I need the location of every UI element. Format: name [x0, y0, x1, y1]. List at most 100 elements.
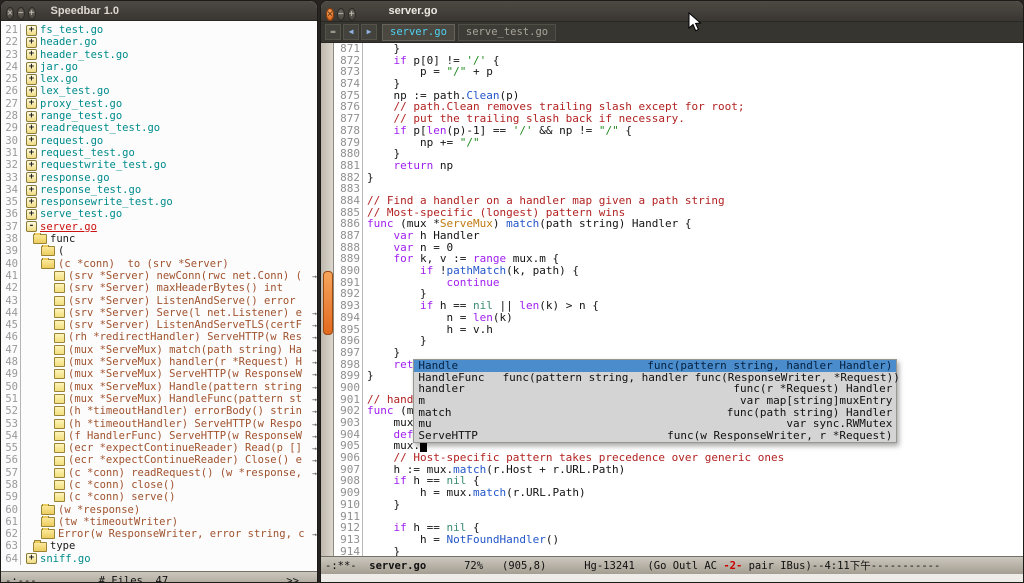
tag-icon[interactable]	[54, 456, 65, 466]
tag-label[interactable]: (srv *Server) newConn(rwc net.Conn) (	[68, 270, 302, 282]
expand-icon[interactable]: +	[26, 172, 37, 183]
speedbar-row[interactable]: 26+lex_test.go	[1, 85, 317, 97]
file-name[interactable]: request.go	[40, 135, 103, 147]
file-name[interactable]: range_test.go	[40, 110, 122, 122]
speedbar-row[interactable]: 57(c *conn) readRequest() (w *response,→	[1, 467, 317, 479]
speedbar-row[interactable]: 51(mux *ServeMux) HandleFunc(pattern st→	[1, 393, 317, 405]
folder-icon[interactable]	[41, 259, 55, 269]
file-name[interactable]: jar.go	[40, 61, 78, 73]
speedbar-row[interactable]: 39(	[1, 245, 317, 257]
tag-label[interactable]: (srv *Server) ListenAndServeTLS(certF	[68, 319, 302, 331]
speedbar-row[interactable]: 25+lex.go	[1, 73, 317, 85]
tag-label[interactable]: (c *conn) to (srv *Server)	[58, 258, 229, 270]
expand-icon[interactable]: +	[26, 86, 37, 97]
tag-icon[interactable]	[54, 357, 65, 367]
vertical-scrollbar[interactable]	[321, 43, 334, 556]
speedbar-row[interactable]: 58(c *conn) close()	[1, 479, 317, 491]
file-name[interactable]: requestwrite_test.go	[40, 159, 166, 171]
folder-icon[interactable]	[41, 517, 55, 527]
speedbar-row[interactable]: 41(srv *Server) newConn(rwc net.Conn) (→	[1, 270, 317, 282]
speedbar-row[interactable]: 55(ecr *expectContinueReader) Read(p []→	[1, 442, 317, 454]
speedbar-row[interactable]: 50(mux *ServeMux) Handle(pattern string→	[1, 381, 317, 393]
speedbar-row[interactable]: 48(mux *ServeMux) handler(r *Request) H→	[1, 356, 317, 368]
tag-icon[interactable]	[54, 406, 65, 416]
tag-icon[interactable]	[54, 308, 65, 318]
folder-icon[interactable]	[41, 505, 55, 515]
tag-icon[interactable]	[54, 296, 65, 306]
speedbar-row[interactable]: 21+fs_test.go	[1, 24, 317, 36]
tag-label[interactable]: (rh *redirectHandler) ServeHTTP(w Res	[68, 331, 302, 343]
tag-group-label[interactable]: type	[50, 540, 75, 552]
expand-icon[interactable]: +	[26, 209, 37, 220]
folder-icon[interactable]	[33, 234, 47, 244]
tag-label[interactable]: (c *conn) close()	[68, 479, 175, 491]
code-line[interactable]: 882}	[334, 172, 1023, 184]
expand-icon[interactable]: +	[26, 25, 37, 36]
speedbar-row[interactable]: 38func	[1, 233, 317, 245]
speedbar-row[interactable]: 42(srv *Server) maxHeaderBytes() int	[1, 282, 317, 294]
code-line[interactable]: 881 return np	[334, 160, 1023, 172]
speedbar-row[interactable]: 24+jar.go	[1, 61, 317, 73]
scrollbar-thumb[interactable]	[323, 271, 333, 335]
speedbar-row[interactable]: 47(mux *ServeMux) match(path string) Ha→	[1, 344, 317, 356]
file-name[interactable]: response.go	[40, 172, 110, 184]
completion-item[interactable]: ServeHTTPfunc(w ResponseWriter, r *Reque…	[414, 430, 896, 442]
speedbar-row[interactable]: 56(ecr *expectContinueReader) Close() e→	[1, 454, 317, 466]
speedbar-row[interactable]: 60(w *response)	[1, 504, 317, 516]
speedbar-row[interactable]: 35+responsewrite_test.go	[1, 196, 317, 208]
expand-icon[interactable]: +	[26, 135, 37, 146]
tag-label[interactable]: (mux *ServeMux) match(path string) Ha	[68, 344, 302, 356]
expand-icon[interactable]: +	[26, 123, 37, 134]
tag-icon[interactable]	[54, 480, 65, 490]
tag-label[interactable]: (mux *ServeMux) ServeHTTP(w ResponseW	[68, 368, 302, 380]
tag-icon[interactable]	[54, 271, 65, 281]
speedbar-minimize-button[interactable]: −	[17, 7, 25, 20]
tag-icon[interactable]	[54, 492, 65, 502]
expand-icon[interactable]: +	[26, 37, 37, 48]
speedbar-row[interactable]: 61(tw *timeoutWriter)	[1, 516, 317, 528]
expand-icon[interactable]: +	[26, 49, 37, 60]
expand-icon[interactable]: +	[26, 197, 37, 208]
speedbar-row[interactable]: 52(h *timeoutHandler) errorBody() strin→	[1, 405, 317, 417]
tag-icon[interactable]	[54, 345, 65, 355]
file-name[interactable]: proxy_test.go	[40, 98, 122, 110]
tag-icon[interactable]	[54, 333, 65, 343]
editor-close-button[interactable]: ×	[326, 8, 334, 21]
file-name[interactable]: serve_test.go	[40, 208, 122, 220]
expand-icon[interactable]: +	[26, 111, 37, 122]
code-line[interactable]: 909 h = mux.match(r.URL.Path)	[334, 487, 1023, 499]
speedbar-row[interactable]: 32+requestwrite_test.go	[1, 159, 317, 171]
speedbar-titlebar[interactable]: ×−+ Speedbar 1.0	[1, 1, 317, 21]
speedbar-row[interactable]: 33+response.go	[1, 172, 317, 184]
folder-icon[interactable]	[41, 246, 55, 256]
tag-label[interactable]: (w *response)	[58, 504, 140, 516]
tag-icon[interactable]	[54, 431, 65, 441]
tag-label[interactable]: Error(w ResponseWriter, error string, c	[58, 528, 305, 540]
file-name[interactable]: readrequest_test.go	[40, 122, 160, 134]
file-name[interactable]: header_test.go	[40, 49, 129, 61]
speedbar-row[interactable]: 23+header_test.go	[1, 49, 317, 61]
speedbar-row[interactable]: 40(c *conn) to (srv *Server)	[1, 258, 317, 270]
speedbar-maximize-button[interactable]: +	[28, 7, 36, 20]
expand-icon[interactable]: +	[26, 160, 37, 171]
expand-icon[interactable]: +	[26, 148, 37, 159]
tag-label[interactable]: (f HandlerFunc) ServeHTTP(w ResponseW	[68, 430, 302, 442]
speedbar-row[interactable]: 46(rh *redirectHandler) ServeHTTP(w Res→	[1, 331, 317, 343]
file-name[interactable]: sniff.go	[40, 553, 91, 565]
speedbar-row[interactable]: 27+proxy_test.go	[1, 98, 317, 110]
tag-label[interactable]: (h *timeoutHandler) ServeHTTP(w Respo	[68, 418, 302, 430]
file-name[interactable]: response_test.go	[40, 184, 141, 196]
expand-icon[interactable]: +	[26, 62, 37, 73]
file-name[interactable]: request_test.go	[40, 147, 135, 159]
folder-icon[interactable]	[33, 542, 47, 552]
editor-maximize-button[interactable]: +	[348, 8, 356, 21]
speedbar-row[interactable]: 22+header.go	[1, 36, 317, 48]
selected-file-name[interactable]: server.go	[40, 221, 97, 233]
tag-label[interactable]: (c *conn) serve()	[68, 491, 175, 503]
scroll-left-button-icon[interactable]: ◀	[343, 24, 359, 40]
code-line[interactable]: 910 }	[334, 499, 1023, 511]
expand-icon[interactable]: +	[26, 553, 37, 564]
tag-icon[interactable]	[54, 443, 65, 453]
completion-item[interactable]: mvar map[string]muxEntry	[414, 395, 896, 407]
tab-serve_test.go[interactable]: serve_test.go	[458, 24, 556, 41]
